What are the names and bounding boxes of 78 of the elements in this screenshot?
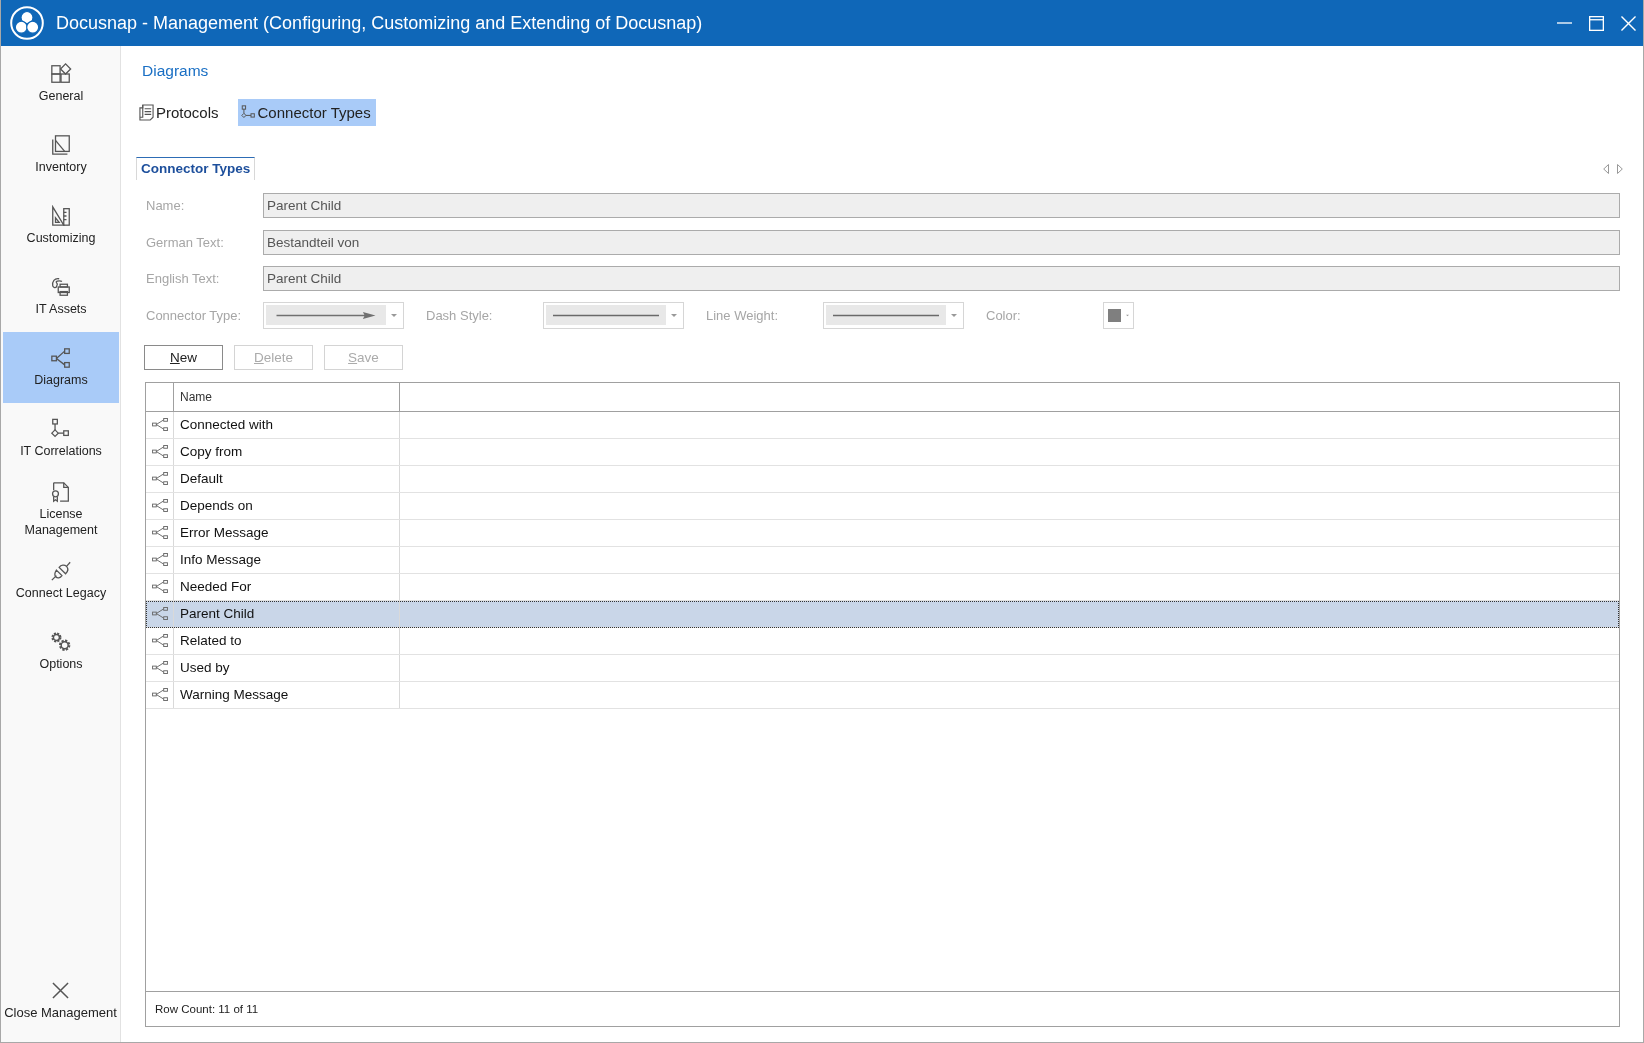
sidebar-item[interactable]: Diagrams (3, 332, 119, 403)
sidebar-item[interactable]: Options (3, 616, 119, 687)
nodes-icon (151, 472, 168, 485)
table-row[interactable]: Used by (146, 654, 1619, 682)
nodes-icon (151, 634, 168, 647)
table-cell: Related to (180, 633, 242, 648)
tab[interactable]: Connector Types (136, 157, 256, 180)
sidebar-item[interactable]: Customizing (3, 190, 119, 261)
table-row[interactable]: Related to (146, 627, 1619, 655)
sidebar-item[interactable]: License Management (3, 474, 119, 545)
table-row[interactable]: Default (146, 465, 1619, 493)
caret-icon (671, 313, 677, 317)
phone-icon (50, 276, 72, 298)
table-row[interactable]: Connected with (146, 411, 1619, 439)
toolbar-tab[interactable]: Connector Types (237, 99, 376, 126)
pages-icon (50, 134, 72, 156)
hierarchy-icon (50, 418, 72, 440)
nodes-icon (151, 607, 168, 620)
nodes-icon (151, 418, 168, 431)
close-icon (52, 982, 69, 999)
window-title: Docusnap - Management (Configuring, Customizing and Extending of Docusnap) (56, 12, 703, 34)
table-cell: Connected with (180, 417, 274, 432)
close-icon[interactable] (1621, 15, 1636, 31)
nodes-icon (151, 661, 168, 674)
table-row[interactable]: Depends on (146, 492, 1619, 520)
nodes-icon (151, 445, 168, 458)
field-label: Name: (146, 198, 186, 213)
caret-icon (391, 313, 397, 317)
field-label: German Text: (146, 234, 225, 250)
row-count: Row Count: 11 of 11 (155, 1003, 259, 1015)
gears-icon (50, 631, 72, 653)
caret-icon (951, 313, 957, 317)
sidebar-item[interactable]: IT Assets (3, 261, 119, 332)
page-heading: Diagrams (142, 61, 209, 81)
close-management-button[interactable]: Close Management (1, 982, 120, 1020)
table-cell: Default (180, 471, 223, 486)
nodes-icon (50, 347, 72, 369)
table-cell: Info Message (180, 552, 262, 567)
nodes-icon (151, 580, 168, 593)
certificate-icon (50, 481, 72, 503)
sidebar-item[interactable]: Inventory (3, 119, 119, 190)
new-button[interactable]: New (144, 344, 223, 370)
document-icon (139, 104, 154, 121)
scroll-left-icon[interactable] (1603, 163, 1609, 174)
maximize-icon[interactable] (1589, 15, 1604, 31)
table-cell: Warning Message (180, 687, 289, 702)
table-row[interactable]: Copy from (146, 438, 1619, 466)
field-label: Color: (986, 307, 1022, 323)
table-cell: Depends on (180, 498, 253, 513)
sidebar-item[interactable]: General (3, 48, 119, 119)
hierarchy-icon (240, 104, 256, 121)
table-row[interactable]: Info Message (146, 546, 1619, 574)
nodes-icon (151, 688, 168, 701)
toolbar-tab[interactable]: Protocols (136, 99, 224, 126)
column-header[interactable]: Name (180, 389, 212, 404)
nodes-icon (151, 553, 168, 566)
table-row[interactable]: Parent Child (146, 600, 1619, 628)
table-row[interactable]: Error Message (146, 519, 1619, 547)
field-label: English Text: (146, 271, 221, 286)
nodes-icon (151, 499, 168, 512)
table-row[interactable]: Needed For (146, 573, 1619, 601)
field-label: Line Weight: (706, 307, 780, 323)
table-row[interactable]: Warning Message (146, 681, 1619, 709)
nodes-icon (151, 526, 168, 539)
field-label: Connector Type: (146, 307, 243, 323)
scroll-right-icon[interactable] (1617, 163, 1623, 174)
grid-icon (50, 63, 72, 85)
table-cell: Parent Child (180, 606, 255, 621)
sidebar-item[interactable]: Connect Legacy (3, 545, 119, 616)
table-cell: Used by (180, 660, 230, 675)
table-cell: Error Message (180, 525, 269, 540)
table-cell: Copy from (180, 444, 243, 459)
sidebar-item[interactable]: IT Correlations (3, 403, 119, 474)
set-square-icon (50, 205, 72, 227)
field-label: Dash Style: (426, 307, 494, 323)
logo-icon (10, 6, 44, 40)
plug-icon (50, 560, 72, 582)
table-cell: Needed For (180, 579, 252, 594)
